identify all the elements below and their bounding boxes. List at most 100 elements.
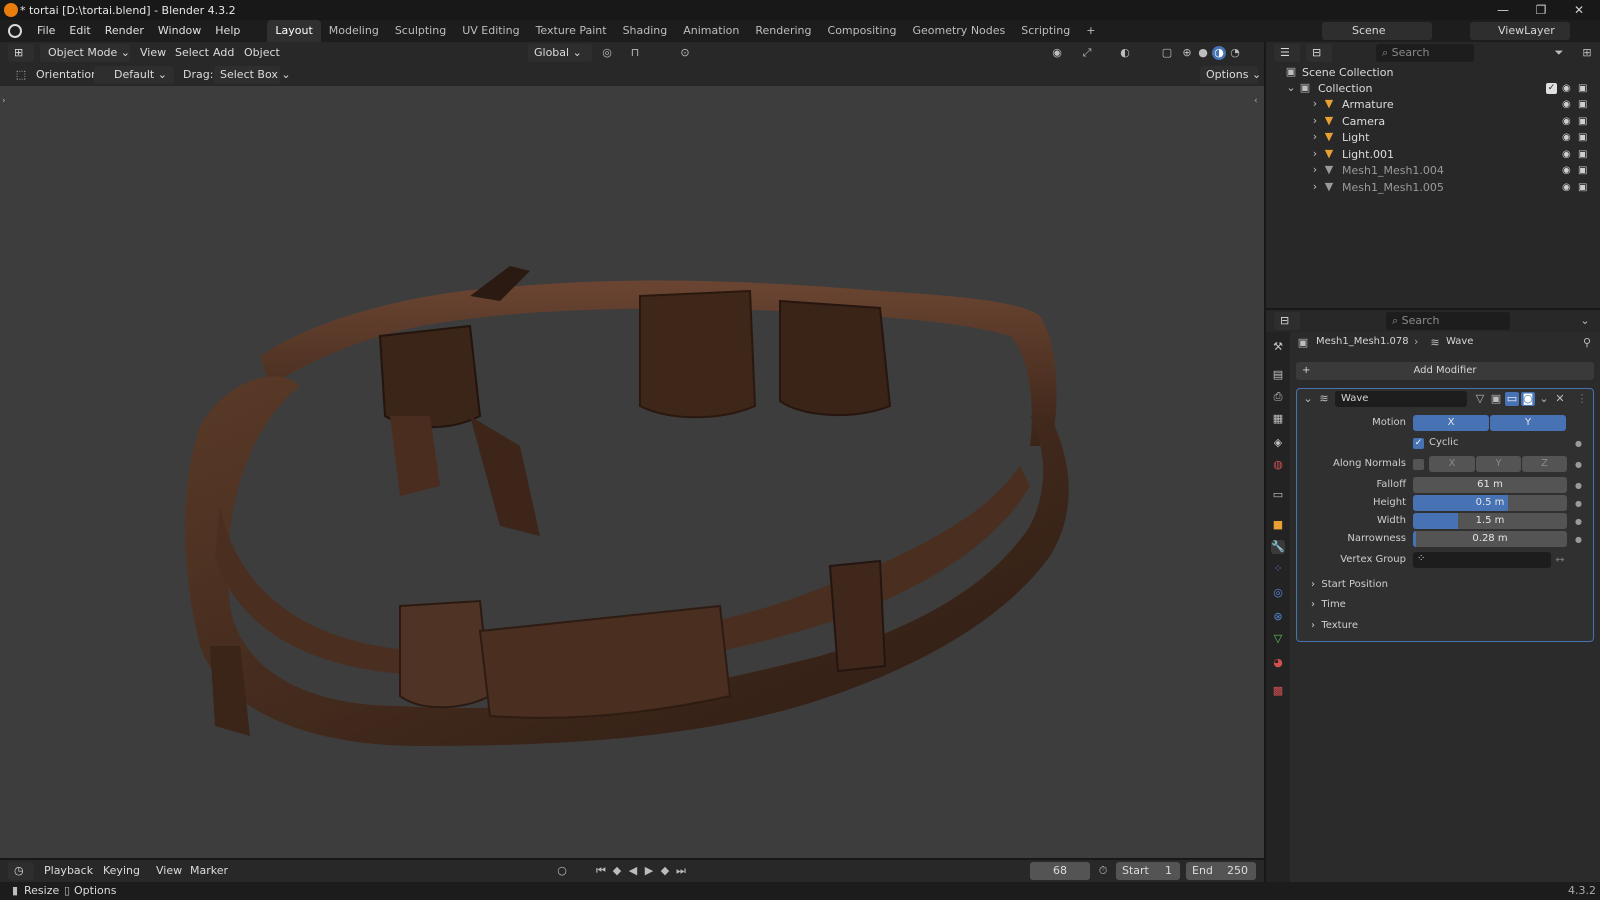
- modifier-collapse-icon[interactable]: ⌄: [1301, 392, 1315, 406]
- camera-render-icon[interactable]: ▣: [1578, 113, 1587, 130]
- tab-sculpting[interactable]: Sculpting: [387, 20, 454, 42]
- collection-tab-icon[interactable]: ▭: [1271, 488, 1285, 502]
- texture-tab-icon[interactable]: ▩: [1271, 684, 1285, 698]
- eye-icon[interactable]: ◉: [1562, 113, 1571, 130]
- close-window-button[interactable]: ✕: [1560, 0, 1598, 20]
- add-workspace-button[interactable]: +: [1078, 20, 1103, 42]
- outliner-search-field[interactable]: ⌕ Search: [1376, 44, 1474, 62]
- narrowness-keyframe-dot[interactable]: ●: [1575, 535, 1582, 544]
- constraints-tab-icon[interactable]: ⊛: [1271, 610, 1285, 624]
- modifier-tab-icon[interactable]: 🔧: [1271, 540, 1285, 554]
- transform-orientation-selector[interactable]: Global ⌄: [528, 44, 592, 62]
- object-tab-icon[interactable]: ■: [1271, 518, 1285, 532]
- tab-layout[interactable]: Layout: [267, 20, 321, 42]
- outliner-item[interactable]: › ▼ Light ◉ ▣: [1266, 129, 1600, 146]
- outliner-editor-type-button[interactable]: ☰: [1274, 44, 1300, 62]
- eye-icon[interactable]: ◉: [1562, 179, 1571, 196]
- height-keyframe-dot[interactable]: ●: [1575, 499, 1582, 508]
- tab-texture-paint[interactable]: Texture Paint: [528, 20, 615, 42]
- cyclic-checkbox[interactable]: ✓: [1413, 438, 1424, 449]
- tab-compositing[interactable]: Compositing: [820, 20, 905, 42]
- eye-icon[interactable]: ◉: [1562, 162, 1571, 179]
- height-field[interactable]: 0.5 m: [1413, 495, 1567, 511]
- xray-icon[interactable]: ▢: [1160, 46, 1174, 60]
- normals-keyframe-dot[interactable]: ●: [1575, 460, 1582, 469]
- add-modifier-button[interactable]: + Add Modifier: [1296, 362, 1594, 380]
- wireframe-shading-icon[interactable]: ⊕: [1180, 46, 1194, 60]
- properties-options-icon[interactable]: ⌄: [1578, 314, 1592, 328]
- pivot-icon[interactable]: ◎: [600, 46, 614, 60]
- outliner-item[interactable]: › ▼ Mesh1_Mesh1.004 ◉ ▣: [1266, 162, 1600, 179]
- mode-selector[interactable]: Object Mode ⌄: [40, 44, 130, 62]
- expand-arrow-icon[interactable]: ›: [1308, 130, 1322, 144]
- jump-start-icon[interactable]: ⏮: [594, 864, 608, 878]
- orientation-selector[interactable]: Default ⌄: [94, 66, 174, 84]
- menu-window[interactable]: Window: [151, 20, 208, 42]
- render-tab-icon[interactable]: ▤: [1271, 368, 1285, 382]
- proportional-edit-icon[interactable]: ⊙: [678, 46, 692, 60]
- material-shading-icon[interactable]: ◑: [1212, 46, 1226, 60]
- modifier-name-field[interactable]: Wave: [1335, 391, 1467, 407]
- properties-search-field[interactable]: ⌕ Search: [1386, 312, 1510, 330]
- left-toolbar-toggle[interactable]: ›: [2, 96, 6, 106]
- tab-scripting[interactable]: Scripting: [1013, 20, 1078, 42]
- menu-edit[interactable]: Edit: [62, 20, 97, 42]
- vertex-group-field[interactable]: ⁘: [1413, 552, 1551, 568]
- solid-shading-icon[interactable]: ●: [1196, 46, 1210, 60]
- record-icon[interactable]: ○: [555, 864, 569, 878]
- menu-object[interactable]: Object: [244, 44, 280, 62]
- pin-icon[interactable]: ⚲: [1580, 336, 1594, 350]
- stopwatch-icon[interactable]: ⏱: [1096, 864, 1110, 878]
- menu-file[interactable]: File: [30, 20, 62, 42]
- tab-shading[interactable]: Shading: [615, 20, 676, 42]
- start-frame-field[interactable]: Start 1: [1116, 862, 1180, 880]
- maximize-button[interactable]: ❐: [1522, 0, 1560, 20]
- play-icon[interactable]: ▶: [642, 864, 656, 878]
- visibility-icon[interactable]: ◉: [1050, 46, 1064, 60]
- motion-x-toggle[interactable]: X: [1413, 415, 1489, 431]
- expand-arrow-icon[interactable]: ›: [1308, 163, 1322, 177]
- play-reverse-icon[interactable]: ◀: [626, 864, 640, 878]
- menu-help[interactable]: Help: [208, 20, 247, 42]
- view-layer-tab-icon[interactable]: ▦: [1271, 412, 1285, 426]
- camera-render-icon[interactable]: ▣: [1578, 96, 1587, 113]
- menu-add[interactable]: Add: [213, 44, 234, 62]
- filter-icon[interactable]: ⏷: [1552, 46, 1566, 60]
- realtime-toggle-icon[interactable]: ▭: [1505, 392, 1519, 406]
- falloff-field[interactable]: 61 m: [1413, 477, 1567, 493]
- rendered-shading-icon[interactable]: ◔: [1228, 46, 1242, 60]
- camera-render-icon[interactable]: ▣: [1578, 179, 1587, 196]
- tab-animation[interactable]: Animation: [675, 20, 747, 42]
- scene-collection-row[interactable]: ▣ Scene Collection: [1266, 64, 1600, 81]
- options-dropdown[interactable]: Options ⌄: [1200, 66, 1261, 84]
- normals-y-toggle[interactable]: Y: [1476, 456, 1521, 472]
- next-keyframe-icon[interactable]: ◆: [658, 864, 672, 878]
- cyclic-keyframe-dot[interactable]: ●: [1575, 439, 1582, 448]
- expand-arrow-icon[interactable]: ›: [1308, 180, 1322, 194]
- drag-handle-icon[interactable]: ⋮: [1575, 392, 1589, 406]
- eye-icon[interactable]: ◉: [1562, 129, 1571, 146]
- invert-vertex-group-icon[interactable]: ↔: [1553, 553, 1567, 567]
- tool-tab-icon[interactable]: ⚒: [1271, 340, 1285, 354]
- modifier-remove-icon[interactable]: ✕: [1553, 392, 1567, 406]
- menu-select[interactable]: Select: [175, 44, 209, 62]
- prev-keyframe-icon[interactable]: ◆: [610, 864, 624, 878]
- expand-arrow-icon[interactable]: ›: [1308, 97, 1322, 111]
- collection-checkbox[interactable]: ✓: [1546, 83, 1557, 94]
- snap-icon[interactable]: ⊓: [628, 46, 642, 60]
- jump-end-icon[interactable]: ⏭: [674, 864, 688, 878]
- data-tab-icon[interactable]: ▽: [1271, 632, 1285, 646]
- viewlayer-selector[interactable]: ViewLayer: [1470, 22, 1570, 40]
- tab-modeling[interactable]: Modeling: [321, 20, 387, 42]
- falloff-keyframe-dot[interactable]: ●: [1575, 481, 1582, 490]
- menu-view[interactable]: View: [140, 44, 166, 62]
- start-position-subpanel[interactable]: › Start Position: [1311, 577, 1388, 593]
- narrowness-field[interactable]: 0.28 m: [1413, 531, 1567, 547]
- timeline-view-menu[interactable]: View: [156, 862, 182, 880]
- width-keyframe-dot[interactable]: ●: [1575, 517, 1582, 526]
- timeline-marker-menu[interactable]: Marker: [190, 862, 228, 880]
- active-tool-icon[interactable]: ⬚: [14, 68, 28, 82]
- belt-model[interactable]: [0, 86, 1264, 858]
- normals-z-toggle[interactable]: Z: [1522, 456, 1567, 472]
- outliner-display-mode-button[interactable]: ⊟: [1306, 44, 1332, 62]
